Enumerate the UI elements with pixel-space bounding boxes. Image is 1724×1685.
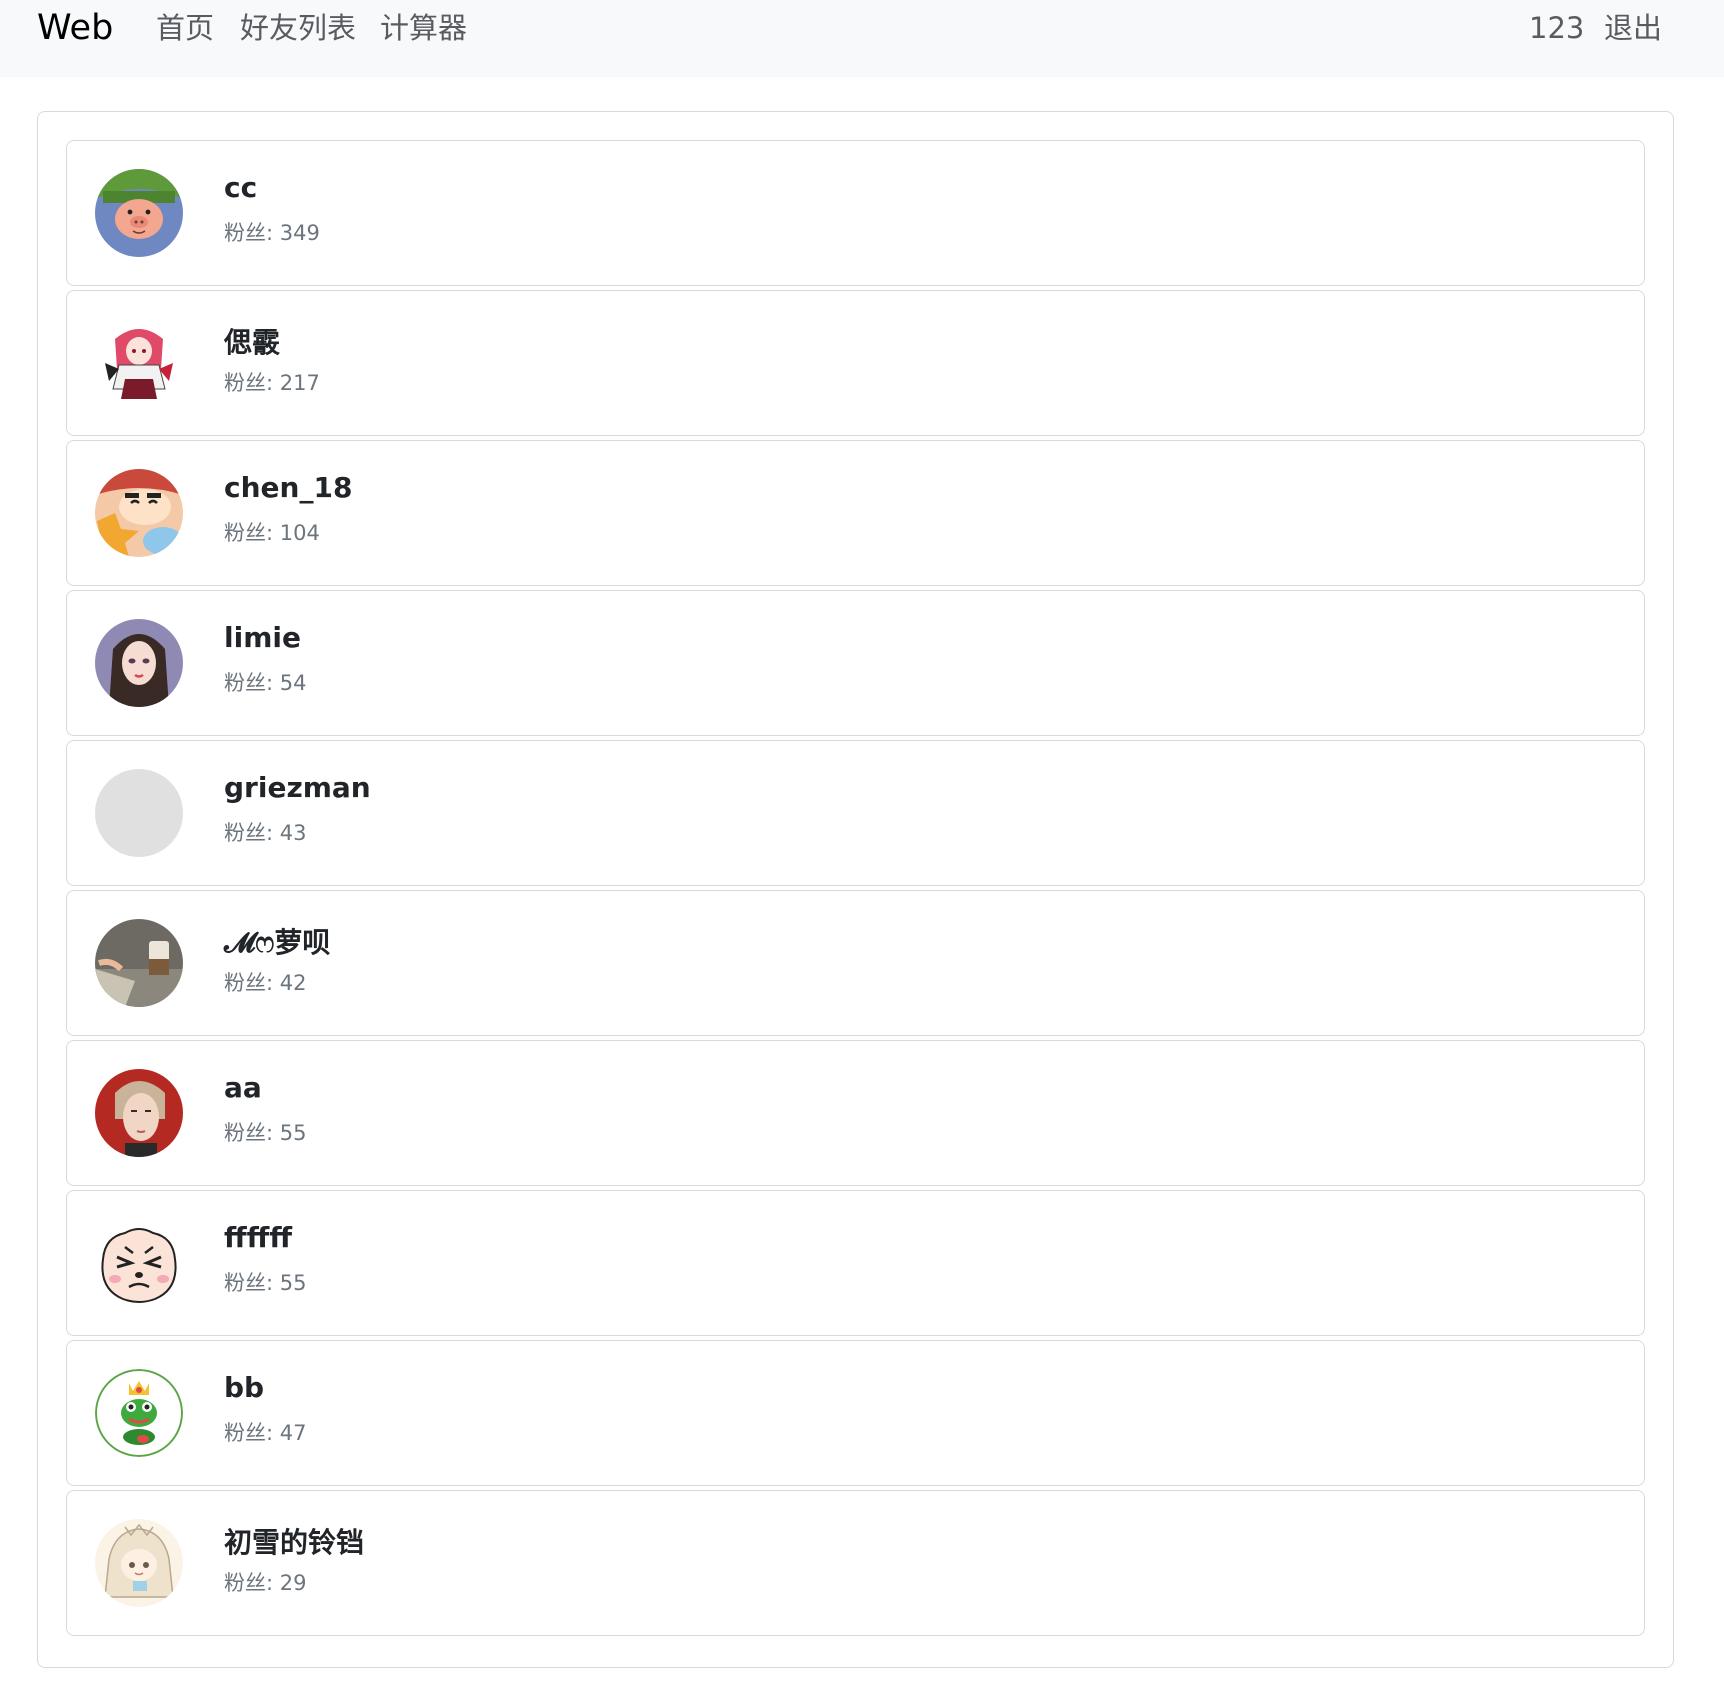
friend-name[interactable]: 偲霰 bbox=[224, 321, 280, 361]
frog-king-avatar-icon[interactable] bbox=[95, 1369, 183, 1457]
fans-label: 粉丝: bbox=[224, 1421, 280, 1445]
fans-count: 349 bbox=[279, 221, 320, 245]
friend-name[interactable]: ffffff bbox=[224, 1221, 292, 1254]
nav-home-link[interactable]: 首页 bbox=[156, 0, 214, 56]
friend-fans: 粉丝: 29 bbox=[224, 1567, 307, 1597]
friend-name[interactable]: cc bbox=[224, 171, 257, 204]
friend-card[interactable]: cc 粉丝: 349 bbox=[66, 140, 1645, 286]
friend-card[interactable]: 偲霰 粉丝: 217 bbox=[66, 290, 1645, 436]
man-portrait-avatar-icon[interactable] bbox=[95, 1069, 183, 1157]
friend-fans: 粉丝: 42 bbox=[224, 967, 307, 997]
friend-name[interactable]: limie bbox=[224, 621, 301, 654]
nav-logout-link[interactable]: 退出 bbox=[1604, 0, 1662, 56]
nav-friend-list-link[interactable]: 好友列表 bbox=[240, 0, 356, 56]
nav-calculator-link[interactable]: 计算器 bbox=[380, 0, 467, 56]
cartoon-boy-avatar-icon[interactable] bbox=[95, 469, 183, 557]
friend-card[interactable]: griezman 粉丝: 43 bbox=[66, 740, 1645, 886]
fans-count: 217 bbox=[279, 371, 320, 395]
chibi-girl-avatar-icon[interactable] bbox=[95, 1519, 183, 1607]
friend-fans: 粉丝: 47 bbox=[224, 1417, 307, 1447]
anime-girl-avatar-icon[interactable] bbox=[95, 319, 183, 407]
fans-label: 粉丝: bbox=[224, 221, 280, 245]
friend-fans: 粉丝: 43 bbox=[224, 817, 307, 847]
fans-count: 104 bbox=[279, 521, 320, 545]
friend-fans: 粉丝: 104 bbox=[224, 517, 320, 547]
fans-label: 粉丝: bbox=[224, 521, 280, 545]
friend-card[interactable]: 𝓜ෆ萝呗 粉丝: 42 bbox=[66, 890, 1645, 1036]
friend-card[interactable]: ffffff 粉丝: 55 bbox=[66, 1190, 1645, 1336]
fans-count: 29 bbox=[279, 1571, 307, 1595]
friend-fans: 粉丝: 54 bbox=[224, 667, 307, 697]
friend-name[interactable]: griezman bbox=[224, 771, 371, 804]
friend-card[interactable]: aa 粉丝: 55 bbox=[66, 1040, 1645, 1186]
fans-label: 粉丝: bbox=[224, 971, 280, 995]
fans-label: 粉丝: bbox=[224, 371, 280, 395]
friend-name[interactable]: bb bbox=[224, 1371, 264, 1404]
friend-card[interactable]: chen_18 粉丝: 104 bbox=[66, 440, 1645, 586]
friend-name[interactable]: 初雪的铃铛 bbox=[224, 1521, 364, 1561]
fans-label: 粉丝: bbox=[224, 1271, 280, 1295]
brand-link[interactable]: Web bbox=[37, 0, 113, 56]
blank-avatar-icon[interactable] bbox=[95, 769, 183, 857]
fans-label: 粉丝: bbox=[224, 1121, 280, 1145]
friend-card[interactable]: limie 粉丝: 54 bbox=[66, 590, 1645, 736]
friend-fans: 粉丝: 217 bbox=[224, 367, 320, 397]
fans-label: 粉丝: bbox=[224, 1571, 280, 1595]
friend-list-panel: cc 粉丝: 349 偲霰 粉丝: 217 chen_18 粉丝: 104 li… bbox=[37, 111, 1674, 1668]
girl-portrait-avatar-icon[interactable] bbox=[95, 619, 183, 707]
friend-fans: 粉丝: 349 bbox=[224, 217, 320, 247]
fans-count: 47 bbox=[279, 1421, 307, 1445]
friend-card[interactable]: bb 粉丝: 47 bbox=[66, 1340, 1645, 1486]
friend-name[interactable]: 𝓜ෆ萝呗 bbox=[224, 921, 330, 961]
friend-fans: 粉丝: 55 bbox=[224, 1267, 307, 1297]
friend-name[interactable]: aa bbox=[224, 1071, 262, 1104]
fans-count: 55 bbox=[279, 1121, 307, 1145]
friend-card[interactable]: 初雪的铃铛 粉丝: 29 bbox=[66, 1490, 1645, 1636]
fans-label: 粉丝: bbox=[224, 821, 280, 845]
fans-count: 43 bbox=[279, 821, 307, 845]
fans-count: 54 bbox=[279, 671, 307, 695]
fans-label: 粉丝: bbox=[224, 671, 280, 695]
fans-count: 42 bbox=[279, 971, 307, 995]
friend-fans: 粉丝: 55 bbox=[224, 1117, 307, 1147]
pig-avatar-icon[interactable] bbox=[95, 169, 183, 257]
angry-face-avatar-icon[interactable] bbox=[95, 1219, 183, 1307]
friend-list: cc 粉丝: 349 偲霰 粉丝: 217 chen_18 粉丝: 104 li… bbox=[66, 140, 1645, 1640]
coffee-photo-avatar-icon[interactable] bbox=[95, 919, 183, 1007]
friend-name[interactable]: chen_18 bbox=[224, 471, 352, 504]
navbar: Web 首页 好友列表 计算器 123 退出 bbox=[0, 0, 1724, 77]
nav-username-link[interactable]: 123 bbox=[1529, 0, 1584, 56]
fans-count: 55 bbox=[279, 1271, 307, 1295]
